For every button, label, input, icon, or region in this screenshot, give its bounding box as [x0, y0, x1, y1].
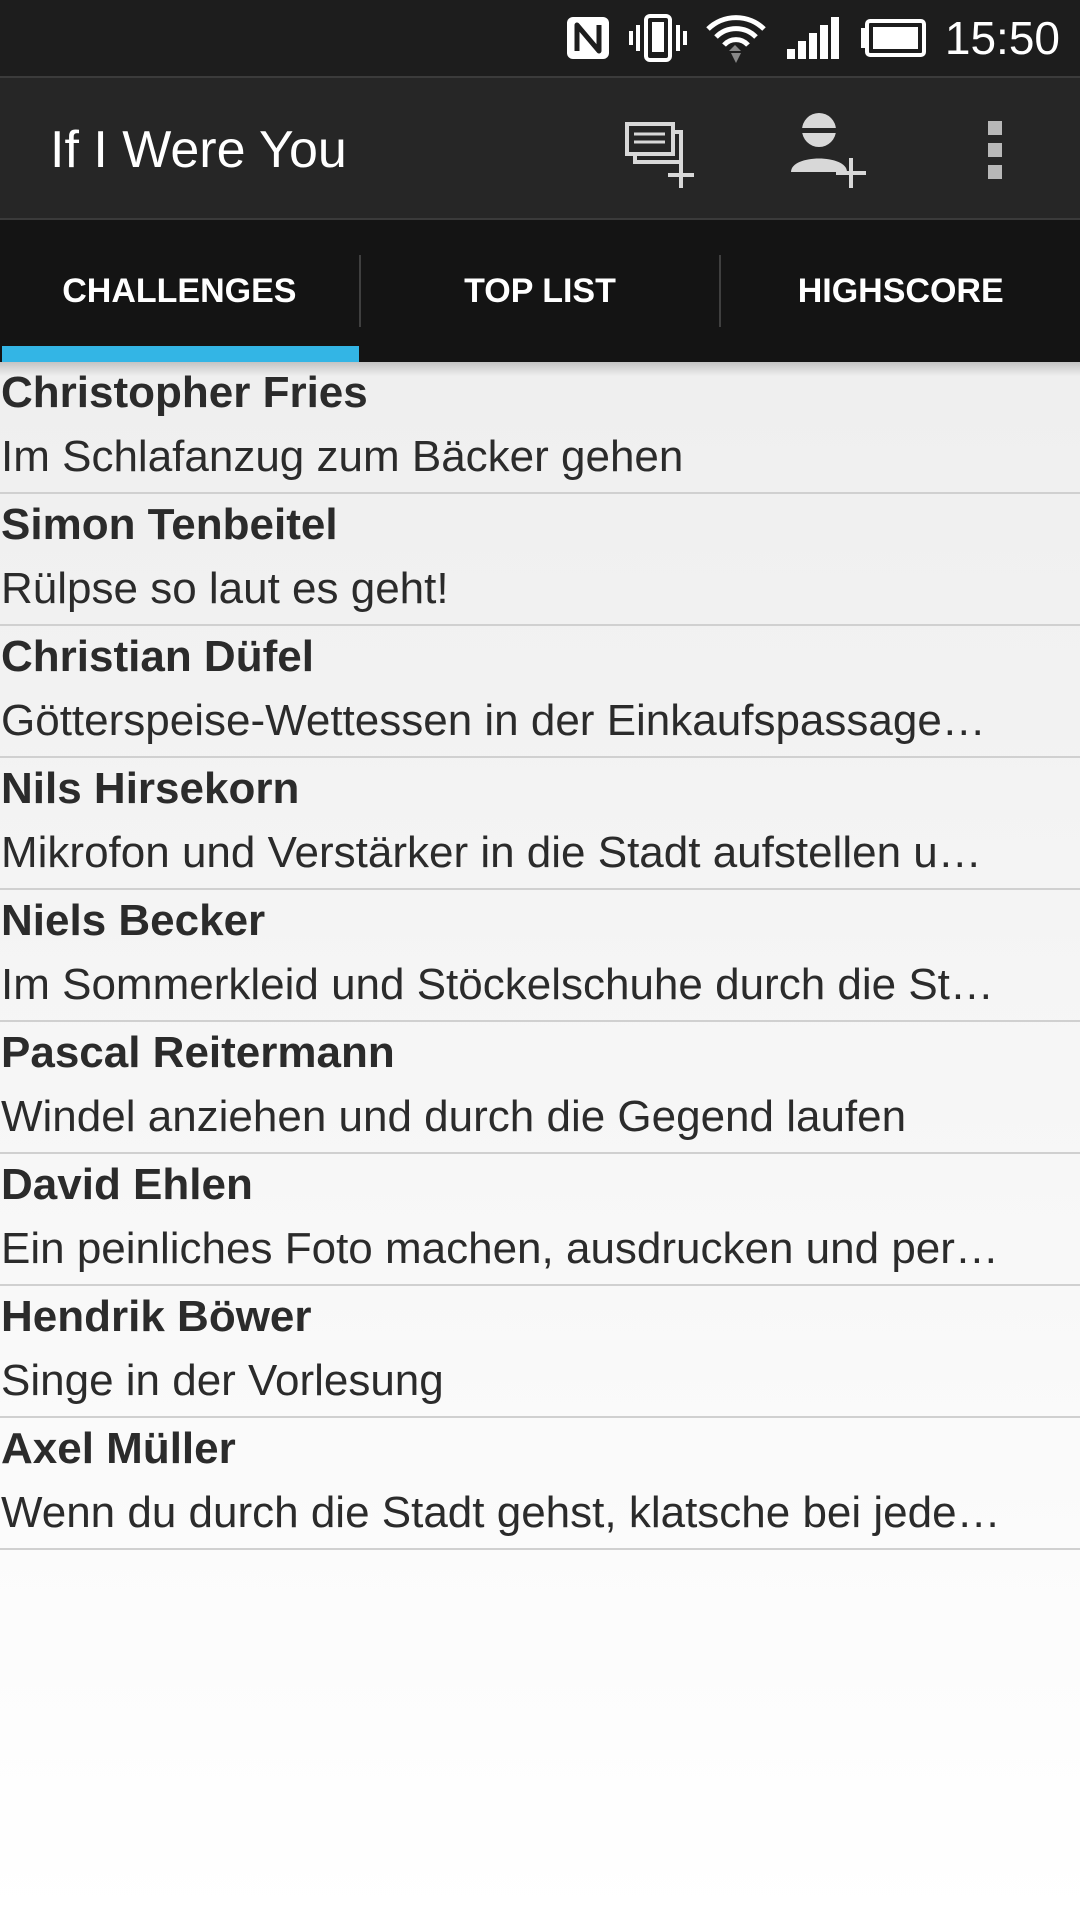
list-item[interactable]: Niels Becker Im Sommerkleid und Stöckels…: [0, 890, 1080, 1022]
status-clock: 15:50: [944, 12, 1060, 64]
challenge-text: Singe in der Vorlesung: [1, 1356, 444, 1405]
tab-challenges-label: CHALLENGES: [62, 271, 297, 310]
app-title: If I Were You: [50, 121, 347, 179]
challenge-text: Rülpse so laut es geht!: [1, 564, 449, 613]
add-challenge-button[interactable]: [605, 100, 715, 200]
add-challenge-icon: [625, 122, 694, 188]
tab-selected-indicator: [2, 346, 359, 362]
challenge-text: Im Schlafanzug zum Bäcker gehen: [1, 432, 684, 481]
challenger-name: David Ehlen: [1, 1160, 253, 1209]
list-item[interactable]: Christian Düfel Götterspeise-Wettessen i…: [0, 626, 1080, 758]
nfc-icon: [565, 0, 611, 76]
tab-top-list[interactable]: TOP LIST: [361, 220, 720, 362]
add-user-button[interactable]: [775, 100, 885, 200]
wifi-icon: [705, 0, 767, 76]
list-item[interactable]: Nils Hirsekorn Mikrofon und Verstärker i…: [0, 758, 1080, 890]
challenger-name: Simon Tenbeitel: [1, 500, 338, 549]
list-item[interactable]: Christopher Fries Im Schlafanzug zum Bäc…: [0, 362, 1080, 494]
tab-highscore[interactable]: HIGHSCORE: [721, 220, 1080, 362]
list-item[interactable]: David Ehlen Ein peinliches Foto machen, …: [0, 1154, 1080, 1286]
list-item[interactable]: Hendrik Böwer Singe in der Vorlesung: [0, 1286, 1080, 1418]
challenge-text: Wenn du durch die Stadt gehst, klatsche …: [1, 1488, 1001, 1537]
tab-bar: CHALLENGES TOP LIST HIGHSCORE: [0, 220, 1080, 362]
status-bar: 15:50: [0, 0, 1080, 76]
battery-icon: [859, 0, 927, 76]
action-bar: If I Were You: [0, 76, 1080, 222]
signal-icon: [785, 0, 841, 76]
overflow-menu-icon: [988, 121, 1002, 179]
overflow-menu-button[interactable]: [940, 100, 1050, 200]
challenger-name: Hendrik Böwer: [1, 1292, 312, 1341]
challenger-name: Pascal Reitermann: [1, 1028, 395, 1077]
challenge-text: Götterspeise-Wettessen in der Einkaufspa…: [1, 696, 986, 745]
tab-top-list-label: TOP LIST: [464, 271, 616, 310]
challenge-text: Mikrofon und Verstärker in die Stadt auf…: [1, 828, 982, 877]
challenger-name: Christian Düfel: [1, 632, 314, 681]
tab-challenges[interactable]: CHALLENGES: [0, 220, 359, 362]
list-item[interactable]: Pascal Reitermann Windel anziehen und du…: [0, 1022, 1080, 1154]
list-item[interactable]: Axel Müller Wenn du durch die Stadt gehs…: [0, 1418, 1080, 1550]
challenge-text: Windel anziehen und durch die Gegend lau…: [1, 1092, 907, 1141]
challenge-list: Christopher Fries Im Schlafanzug zum Bäc…: [0, 362, 1080, 1550]
add-user-icon: [791, 113, 866, 188]
challenger-name: Axel Müller: [1, 1424, 236, 1473]
tab-bar-shadow: [0, 362, 1080, 376]
vibrate-icon: [628, 0, 687, 76]
challenge-text: Ein peinliches Foto machen, ausdrucken u…: [1, 1224, 999, 1273]
challenger-name: Niels Becker: [1, 896, 266, 945]
tab-highscore-label: HIGHSCORE: [797, 271, 1004, 310]
list-item[interactable]: Simon Tenbeitel Rülpse so laut es geht!: [0, 494, 1080, 626]
challenge-text: Im Sommerkleid und Stöckelschuhe durch d…: [1, 960, 994, 1009]
challenger-name: Nils Hirsekorn: [1, 764, 300, 813]
